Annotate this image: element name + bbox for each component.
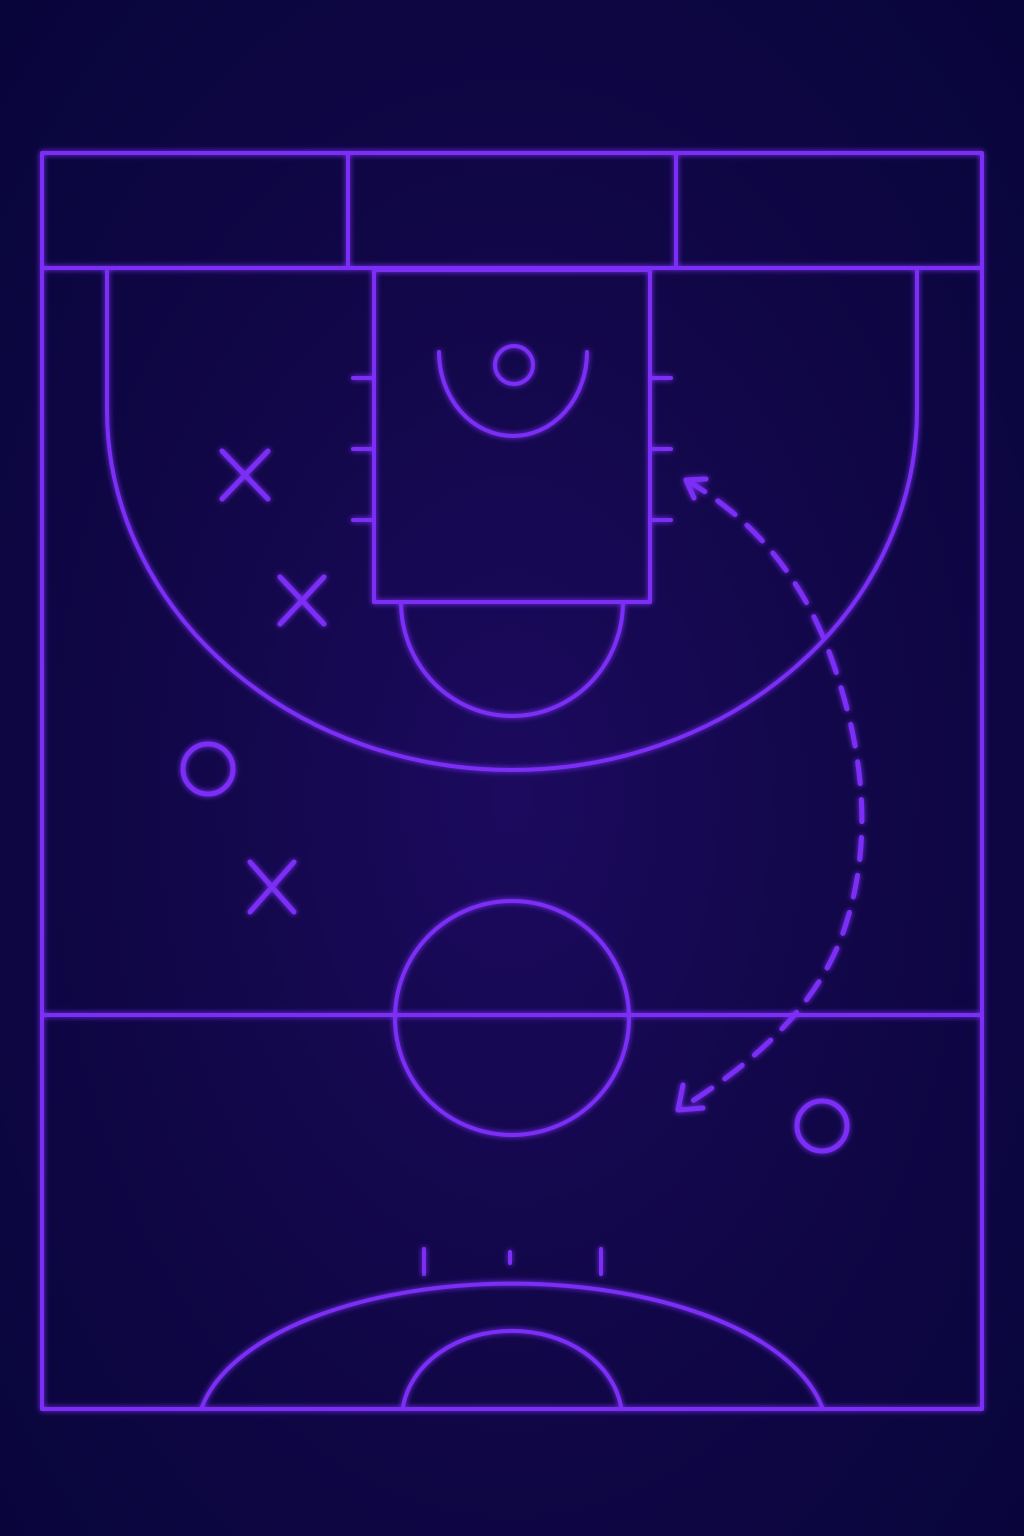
restricted-area-arc [437,350,589,438]
basketball-court [40,151,984,1411]
far-free-throw-arc [401,1328,623,1409]
x-marker-icon [247,859,297,915]
far-three-point-arc [200,1281,824,1409]
basket-rim [493,344,535,386]
x-marker-icon [277,574,327,627]
center-circle [393,899,631,1137]
play-diagram [0,0,1024,1536]
court-boundary [40,151,984,1411]
circle-marker-icon [794,1098,850,1154]
circle-marker-icon [180,741,236,797]
free-throw-arc [399,600,625,718]
x-marker-icon [219,448,271,502]
